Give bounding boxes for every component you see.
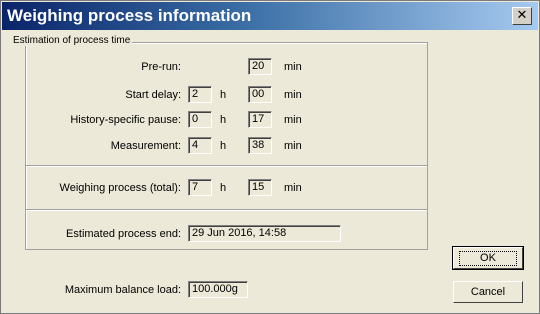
cancel-button[interactable]: Cancel <box>453 281 523 303</box>
total-h-unit: h <box>220 182 227 194</box>
measurement-label: Measurement: <box>110 140 181 152</box>
dialog-window: Weighing process information ✕ Estimatio… <box>0 0 540 314</box>
history-pause-minutes-field[interactable]: 17 <box>248 111 272 128</box>
start-delay-hours-field[interactable]: 2 <box>188 86 212 103</box>
title-bar[interactable]: Weighing process information ✕ <box>2 2 538 30</box>
measurement-min-unit: min <box>284 140 302 152</box>
start-delay-min-unit: min <box>284 89 302 101</box>
measurement-minutes-field[interactable]: 38 <box>248 137 272 154</box>
start-delay-minutes-field[interactable]: 00 <box>248 86 272 103</box>
ok-button-label: OK <box>459 251 517 266</box>
max-load-label: Maximum balance load: <box>64 284 181 296</box>
total-hours-field[interactable]: 7 <box>188 179 212 196</box>
end-value-field[interactable]: 29 Jun 2016, 14:58 <box>188 225 341 242</box>
separator-1 <box>26 165 427 167</box>
prerun-label: Pre-run: <box>141 61 181 73</box>
close-button[interactable]: ✕ <box>512 7 532 25</box>
measurement-h-unit: h <box>220 140 227 152</box>
separator-2 <box>26 209 427 211</box>
window-title: Weighing process information <box>7 6 252 25</box>
end-label: Estimated process end: <box>66 228 181 240</box>
total-label: Weighing process (total): <box>59 182 181 194</box>
prerun-minutes-field[interactable]: 20 <box>248 58 272 75</box>
start-delay-h-unit: h <box>220 89 227 101</box>
history-pause-hours-field[interactable]: 0 <box>188 111 212 128</box>
start-delay-label: Start delay: <box>125 89 181 101</box>
ok-button[interactable]: OK <box>452 246 524 270</box>
history-pause-min-unit: min <box>284 114 302 126</box>
history-pause-h-unit: h <box>220 114 227 126</box>
max-load-field[interactable]: 100.000g <box>188 281 248 298</box>
measurement-hours-field[interactable]: 4 <box>188 137 212 154</box>
estimation-group <box>25 42 428 250</box>
total-minutes-field[interactable]: 15 <box>248 179 272 196</box>
estimation-group-label: Estimation of process time <box>11 35 133 46</box>
total-min-unit: min <box>284 182 302 194</box>
close-icon[interactable]: ✕ <box>517 8 528 23</box>
prerun-min-unit: min <box>284 61 302 73</box>
history-pause-label: History-specific pause: <box>70 114 181 126</box>
